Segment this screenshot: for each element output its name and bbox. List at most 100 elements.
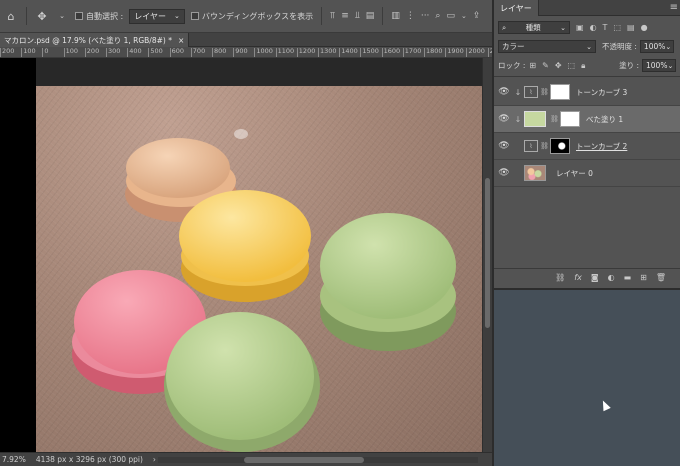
filter-smart-object-icon[interactable]: ▤ — [627, 23, 635, 32]
status-arrow-icon[interactable]: › — [153, 455, 156, 464]
lock-transparent-icon[interactable]: ⊞ — [529, 61, 536, 70]
ruler-tick-label: 0 — [42, 47, 49, 57]
ruler-tick-label: 100 — [63, 47, 79, 57]
document-image[interactable] — [36, 86, 482, 452]
yellow-macaron — [179, 190, 311, 302]
horizontal-scrollbar-thumb[interactable] — [244, 457, 364, 463]
visibility-eye-icon[interactable]: 👁︎ — [496, 87, 512, 97]
search-icon[interactable]: ⌕ — [435, 11, 440, 21]
close-icon[interactable]: × — [178, 36, 184, 45]
horizontal-ruler: 200 100 0 100 200 300 400 500 600 700 800 900 1000 11… — [0, 47, 527, 58]
visibility-eye-icon[interactable]: 👁︎ — [496, 168, 512, 178]
visibility-eye-icon[interactable]: 👁︎ — [496, 114, 512, 124]
ruler-tick-label: 2000 — [466, 47, 485, 57]
filter-type-dropdown[interactable]: ⌕ 種類 ⌄ — [498, 21, 570, 34]
layer-row[interactable]: 👁︎ ↓ ⌇ ⛓︎ トーンカーブ 3 — [494, 79, 680, 106]
checkbox-box[interactable] — [75, 12, 83, 20]
lock-all-icon[interactable]: 🔒︎ — [581, 61, 585, 71]
pasteboard — [0, 58, 36, 452]
ruler-tick-label: 1000 — [254, 47, 273, 57]
layer-mask-thumbnail[interactable] — [560, 111, 580, 127]
blend-mode-value: カラー — [502, 42, 525, 51]
home-icon[interactable]: ⌂ — [4, 7, 18, 25]
blend-mode-dropdown[interactable]: カラー ⌄ — [498, 40, 596, 53]
lock-image-icon[interactable]: ✎ — [542, 61, 549, 70]
lock-artboard-icon[interactable]: ⬚ — [568, 61, 576, 70]
align-vertical-center-icon[interactable]: ≡ — [341, 11, 349, 21]
checkbox-box[interactable] — [190, 12, 199, 20]
auto-select-label: 自動選択 : — [86, 11, 124, 21]
align-bottom-icon[interactable]: ⫫ — [355, 11, 360, 21]
layer-name[interactable]: レイヤー 0 — [556, 168, 593, 179]
share-icon[interactable]: ⇪ — [473, 11, 481, 21]
vertical-scrollbar-thumb[interactable] — [485, 178, 490, 328]
chevron-down-icon: ⌄ — [667, 61, 674, 70]
ruler-tick-label: 900 — [233, 47, 248, 57]
link-layers-icon[interactable]: ⛓︎ — [555, 273, 565, 282]
layer-name[interactable]: トーンカーブ 3 — [576, 87, 627, 98]
distribute-icon[interactable]: ▥ — [391, 11, 400, 21]
workspace-chevron-icon[interactable]: ⌄ — [461, 12, 467, 20]
document-tab-title: マカロン.psd @ 17.9% (べた塗り 1, RGB/8#) * — [4, 35, 172, 45]
align-top-icon[interactable]: ⫪ — [330, 11, 335, 21]
move-tool-icon[interactable]: ✥ — [35, 7, 49, 25]
ruler-tick-label: 1300 — [318, 47, 337, 57]
tab-layers-label: レイヤー — [500, 3, 532, 13]
layer-row[interactable]: 👁︎ レイヤー 0 — [494, 160, 680, 187]
ruler-tick-label: 700 — [190, 47, 206, 57]
more-options-icon[interactable]: ··· — [421, 11, 430, 21]
layer-thumbnail[interactable] — [524, 165, 546, 181]
link-icon[interactable]: ⛓︎ — [550, 115, 559, 123]
ruler-tick-label: 1900 — [445, 47, 464, 57]
panel-menu-icon[interactable]: ≡ — [670, 2, 678, 13]
layer-name[interactable]: べた塗り 1 — [586, 114, 623, 125]
layer-name[interactable]: トーンカーブ 2 — [576, 141, 627, 152]
trash-icon[interactable]: 🗑︎ — [656, 273, 666, 282]
opacity-label: 不透明度 : — [602, 42, 637, 51]
filter-type-icon[interactable]: T — [603, 23, 608, 32]
macarons-photo — [72, 129, 456, 452]
chevron-down-icon: ⌄ — [586, 42, 592, 51]
fx-icon[interactable]: fx — [574, 273, 582, 282]
layer-mask-thumbnail[interactable] — [550, 138, 570, 154]
opacity-field[interactable]: 100% ⌄ — [639, 40, 674, 53]
filter-toggle-icon[interactable]: ● — [641, 23, 648, 32]
layer-row[interactable]: 👁︎ ⌇ ⛓︎ トーンカーブ 2 — [494, 133, 680, 160]
new-layer-icon[interactable]: ⊞ — [640, 273, 647, 282]
document-tab[interactable]: マカロン.psd @ 17.9% (べた塗り 1, RGB/8#) * × — [0, 33, 190, 47]
layer-mask-thumbnail[interactable] — [550, 84, 570, 100]
link-icon[interactable]: ⛓︎ — [540, 88, 549, 96]
auto-select-checkbox[interactable]: 自動選択 : — [75, 11, 123, 22]
new-group-icon[interactable]: ▬ — [624, 273, 632, 282]
bounding-box-checkbox[interactable]: バウンディングボックスを表示 — [190, 11, 314, 22]
visibility-eye-icon[interactable]: 👁︎ — [496, 141, 512, 151]
canvas-area[interactable] — [0, 58, 482, 452]
distribute-center-icon[interactable]: ⋮ — [406, 11, 415, 21]
tool-preset-chevron-icon[interactable]: ⌄ — [55, 7, 69, 25]
ruler-tick-label: 200 — [84, 47, 100, 57]
horizontal-scrollbar[interactable] — [158, 457, 478, 463]
add-mask-icon[interactable]: ◙ — [591, 273, 599, 282]
link-icon[interactable]: ⛓︎ — [540, 142, 549, 150]
filter-adjustment-icon[interactable]: ◐ — [590, 23, 597, 32]
ruler-tick-label: 800 — [211, 47, 227, 57]
fill-label: 塗り : — [619, 61, 639, 70]
workspace-icon[interactable]: ▭ — [446, 11, 455, 21]
lock-position-icon[interactable]: ✥ — [555, 61, 562, 70]
zoom-level[interactable]: 7.92% — [2, 455, 26, 464]
vertical-scrollbar[interactable] — [482, 58, 492, 452]
bounding-box-label: バウンディングボックスを表示 — [201, 11, 314, 21]
ruler-tick-label: 1200 — [296, 47, 316, 57]
divider — [321, 7, 323, 25]
ruler-tick-label: 1700 — [402, 47, 422, 57]
filter-pixel-icon[interactable]: ▣ — [576, 23, 584, 32]
auto-select-dropdown[interactable]: レイヤー ⌄ — [129, 8, 185, 24]
filter-shape-icon[interactable]: ⬚ — [613, 23, 621, 32]
fill-field[interactable]: 100% ⌄ — [642, 59, 676, 72]
fill-color-swatch[interactable] — [524, 111, 546, 127]
ruler-tick-label: 1600 — [381, 47, 401, 57]
layer-row-selected[interactable]: 👁︎ ↓ ⛓︎ べた塗り 1 — [494, 106, 680, 133]
adjustment-layer-icon[interactable]: ◐ — [608, 273, 615, 282]
tab-layers[interactable]: レイヤー — [494, 0, 539, 16]
align-left-icon[interactable]: ▤ — [366, 11, 375, 21]
